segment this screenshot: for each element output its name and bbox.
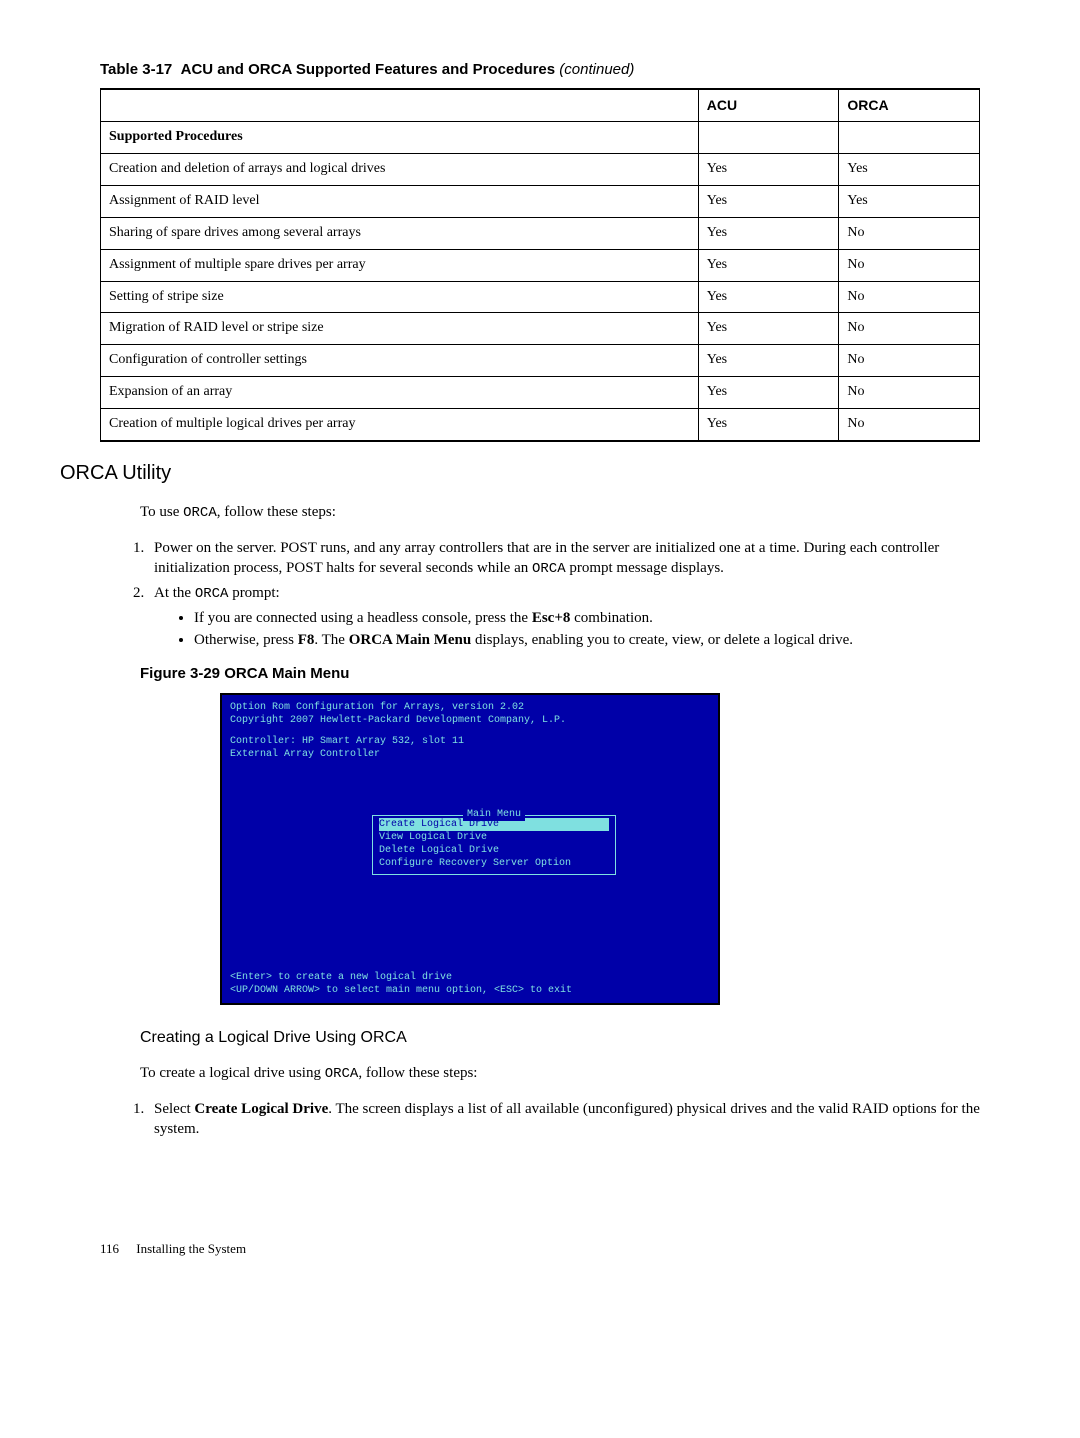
row-acu: Yes [698, 409, 839, 441]
create-heading: Creating a Logical Drive Using ORCA [140, 1027, 980, 1049]
orca-line4: External Array Controller [230, 748, 710, 761]
orca-bullet-1: If you are connected using a headless co… [194, 608, 980, 628]
figure-title: Figure 3-29 ORCA Main Menu [140, 664, 980, 684]
orca-utility-heading: ORCA Utility [60, 460, 980, 487]
row-label: Migration of RAID level or stripe size [101, 313, 699, 345]
row-acu: Yes [698, 249, 839, 281]
row-orca [839, 122, 980, 154]
orca-main-menu[interactable]: Main Menu Create Logical Drive View Logi… [372, 815, 616, 875]
table-row: Creation and deletion of arrays and logi… [101, 154, 980, 186]
row-orca: No [839, 409, 980, 441]
row-orca: No [839, 377, 980, 409]
orca-bullet-2: Otherwise, press F8. The ORCA Main Menu … [194, 630, 980, 650]
row-acu: Yes [698, 281, 839, 313]
row-orca: No [839, 313, 980, 345]
row-label: Supported Procedures [101, 122, 699, 154]
row-acu: Yes [698, 185, 839, 217]
table-row: Creation of multiple logical drives per … [101, 409, 980, 441]
orca-step-1: Power on the server. POST runs, and any … [148, 538, 980, 579]
col-acu: ACU [698, 89, 839, 121]
orca-screenshot: Option Rom Configuration for Arrays, ver… [220, 693, 720, 1005]
row-label: Expansion of an array [101, 377, 699, 409]
row-label: Assignment of RAID level [101, 185, 699, 217]
row-label: Assignment of multiple spare drives per … [101, 249, 699, 281]
row-orca: Yes [839, 185, 980, 217]
table-row: Setting of stripe sizeYesNo [101, 281, 980, 313]
orca-menu-item[interactable]: Delete Logical Drive [379, 845, 499, 856]
orca-code: ORCA [183, 505, 217, 521]
col-orca: ORCA [839, 89, 980, 121]
table-continued: (continued) [559, 61, 634, 78]
orca-step-2: At the ORCA prompt: If you are connected… [148, 583, 980, 650]
create-step-1: Select Create Logical Drive. The screen … [148, 1099, 980, 1140]
row-acu: Yes [698, 154, 839, 186]
orca-bottom-hints: <Enter> to create a new logical drive <U… [230, 971, 572, 997]
row-acu: Yes [698, 345, 839, 377]
row-orca: No [839, 249, 980, 281]
orca-intro: To use ORCA, follow these steps: [140, 502, 980, 523]
row-orca: No [839, 217, 980, 249]
row-label: Creation and deletion of arrays and logi… [101, 154, 699, 186]
features-table: ACU ORCA Supported ProceduresCreation an… [100, 88, 980, 442]
table-row: Sharing of spare drives among several ar… [101, 217, 980, 249]
page-number: 116 [100, 1241, 119, 1256]
table-title: Table 3-17 ACU and ORCA Supported Featur… [100, 60, 980, 80]
row-acu: Yes [698, 313, 839, 345]
table-row: Migration of RAID level or stripe sizeYe… [101, 313, 980, 345]
col-blank [101, 89, 699, 121]
row-acu: Yes [698, 377, 839, 409]
row-label: Setting of stripe size [101, 281, 699, 313]
orca-menu-item[interactable]: View Logical Drive [379, 832, 487, 843]
table-row: Configuration of controller settingsYesN… [101, 345, 980, 377]
orca-menu-title: Main Menu [463, 808, 525, 821]
row-orca: No [839, 345, 980, 377]
create-intro: To create a logical drive using ORCA, fo… [140, 1063, 980, 1084]
orca-menu-item[interactable]: Configure Recovery Server Option [379, 858, 571, 869]
orca-line1: Option Rom Configuration for Arrays, ver… [230, 701, 710, 714]
page-footer: 116 Installing the System [100, 1240, 980, 1258]
row-label: Sharing of spare drives among several ar… [101, 217, 699, 249]
row-label: Configuration of controller settings [101, 345, 699, 377]
table-row: Supported Procedures [101, 122, 980, 154]
orca-line2: Copyright 2007 Hewlett-Packard Developme… [230, 714, 710, 727]
table-number: Table 3-17 [100, 61, 172, 78]
row-label: Creation of multiple logical drives per … [101, 409, 699, 441]
row-acu: Yes [698, 217, 839, 249]
row-acu [698, 122, 839, 154]
table-row: Assignment of RAID levelYesYes [101, 185, 980, 217]
table-caption: ACU and ORCA Supported Features and Proc… [181, 61, 556, 78]
table-row: Expansion of an arrayYesNo [101, 377, 980, 409]
row-orca: No [839, 281, 980, 313]
row-orca: Yes [839, 154, 980, 186]
footer-chapter: Installing the System [136, 1241, 246, 1256]
table-row: Assignment of multiple spare drives per … [101, 249, 980, 281]
orca-line3: Controller: HP Smart Array 532, slot 11 [230, 735, 710, 748]
